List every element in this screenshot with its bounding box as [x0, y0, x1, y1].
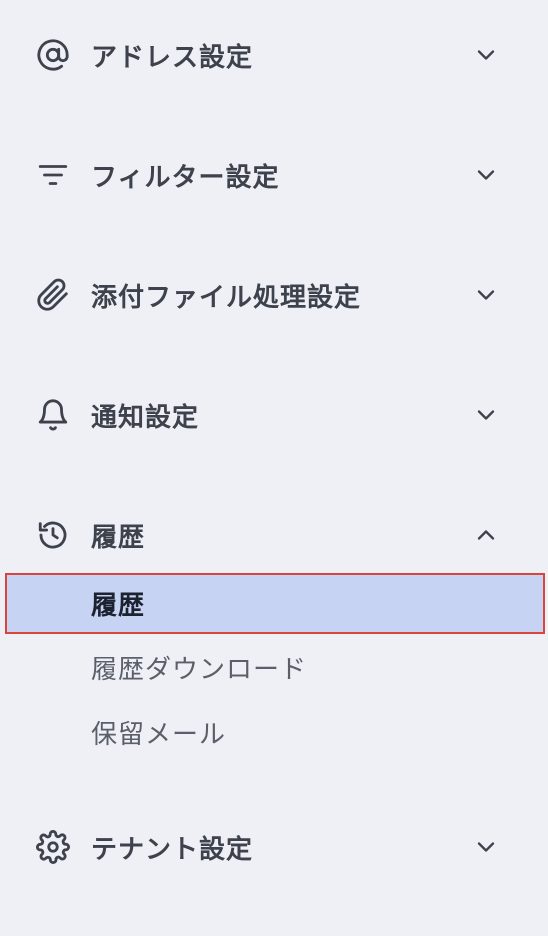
menu-history-label: 履歴	[91, 522, 146, 553]
sub-item-held-mail[interactable]: 保留メール	[0, 704, 548, 760]
menu-filter-settings[interactable]: フィルター設定	[0, 145, 548, 205]
paperclip-icon	[36, 278, 70, 312]
menu-notification-label: 通知設定	[91, 402, 200, 433]
chevron-down-icon	[472, 161, 500, 189]
menu-history[interactable]: 履歴	[0, 505, 548, 565]
sub-item-history-label: 履歴	[91, 591, 146, 621]
menu-attachment-settings[interactable]: 添付ファイル処理設定	[0, 265, 548, 325]
menu-filter-label: フィルター設定	[91, 162, 280, 193]
bell-icon	[36, 398, 70, 432]
chevron-down-icon	[472, 833, 500, 861]
sub-item-held-mail-label: 保留メール	[91, 719, 227, 750]
sub-item-history-download[interactable]: 履歴ダウンロード	[0, 639, 548, 695]
chevron-down-icon	[472, 281, 500, 309]
chevron-down-icon	[472, 41, 500, 69]
menu-attachment-label: 添付ファイル処理設定	[91, 282, 362, 313]
menu-notification-settings[interactable]: 通知設定	[0, 385, 548, 445]
menu-address-label: アドレス設定	[91, 42, 254, 73]
menu-tenant-settings[interactable]: テナント設定	[0, 817, 548, 877]
menu-address-settings[interactable]: アドレス設定	[0, 25, 548, 85]
at-icon	[36, 38, 70, 72]
menu-tenant-label: テナント設定	[91, 834, 254, 865]
filter-icon	[36, 158, 70, 192]
chevron-down-icon	[472, 401, 500, 429]
sub-item-history-download-label: 履歴ダウンロード	[91, 654, 308, 685]
gear-icon	[36, 830, 70, 864]
history-icon	[36, 518, 70, 552]
sub-item-history[interactable]: 履歴	[5, 573, 545, 634]
chevron-up-icon	[472, 521, 500, 549]
